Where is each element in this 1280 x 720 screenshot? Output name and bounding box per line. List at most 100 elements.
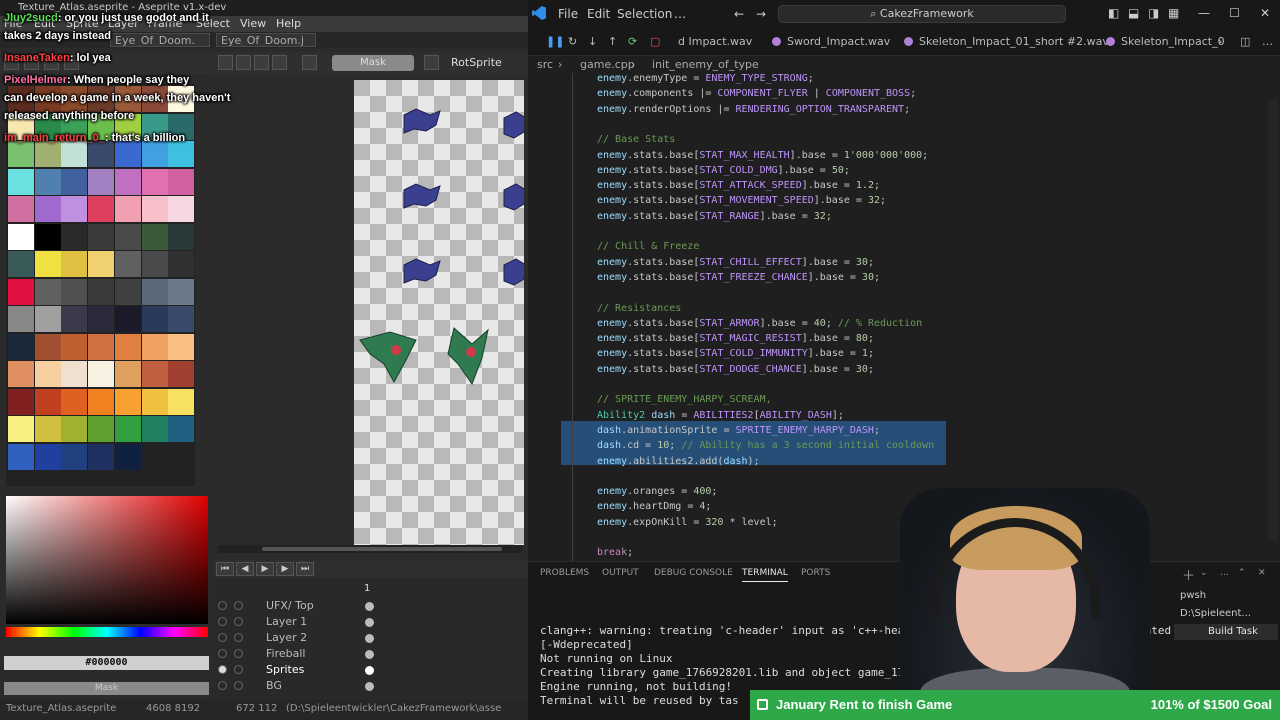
palette-swatch[interactable] bbox=[88, 306, 115, 332]
palette-swatch[interactable] bbox=[61, 251, 88, 277]
palette-swatch[interactable] bbox=[168, 416, 195, 442]
palette-swatch[interactable] bbox=[168, 361, 195, 387]
palette-swatch[interactable] bbox=[141, 361, 168, 387]
palette-swatch[interactable] bbox=[34, 333, 61, 360]
more-actions-icon[interactable]: … bbox=[1262, 35, 1273, 48]
palette-swatch[interactable] bbox=[88, 278, 115, 305]
layer-row[interactable]: BG bbox=[214, 678, 528, 694]
panel-tab-output[interactable]: OUTPUT bbox=[602, 568, 639, 578]
palette-swatch[interactable] bbox=[168, 278, 195, 305]
palette-swatch[interactable] bbox=[34, 388, 61, 415]
palette-swatch[interactable] bbox=[8, 168, 34, 195]
canvas-horizontal-scrollbar[interactable] bbox=[218, 545, 522, 553]
palette-swatch[interactable] bbox=[88, 251, 115, 277]
layer-row[interactable]: Layer 1 bbox=[214, 614, 528, 630]
selection-mode-button[interactable] bbox=[254, 55, 269, 70]
palette-swatch[interactable] bbox=[61, 416, 88, 442]
terminal-dropdown-icon[interactable]: ⌄ bbox=[1200, 568, 1208, 578]
palette-swatch[interactable] bbox=[34, 168, 61, 195]
palette-swatch[interactable] bbox=[141, 168, 168, 195]
palette-swatch[interactable] bbox=[114, 443, 141, 470]
color-picker-sv[interactable] bbox=[6, 496, 208, 624]
minimize-icon[interactable]: — bbox=[1198, 6, 1210, 20]
layout-secondary-icon[interactable]: ◨ bbox=[1148, 6, 1159, 20]
color-hex-field[interactable]: #000000 bbox=[4, 656, 209, 670]
menu-edit[interactable]: Edit bbox=[587, 7, 610, 21]
panel-tab-problems[interactable]: PROBLEMS bbox=[540, 568, 589, 578]
close-panel-icon[interactable]: ✕ bbox=[1258, 568, 1266, 578]
palette-swatch[interactable] bbox=[8, 196, 34, 222]
palette-swatch[interactable] bbox=[141, 306, 168, 332]
palette-swatch[interactable] bbox=[34, 278, 61, 305]
palette-swatch[interactable] bbox=[88, 416, 115, 442]
palette-swatch[interactable] bbox=[114, 306, 141, 332]
layout-sidebar-icon[interactable]: ◧ bbox=[1108, 6, 1119, 20]
split-editor-icon[interactable]: ◫ bbox=[1240, 35, 1250, 48]
prev-frame-button[interactable]: ◀ bbox=[236, 562, 254, 576]
palette-swatch[interactable] bbox=[34, 416, 61, 442]
palette-swatch[interactable] bbox=[141, 416, 168, 442]
maximize-panel-icon[interactable]: ⌃ bbox=[1238, 568, 1246, 578]
palette-swatch[interactable] bbox=[8, 361, 34, 387]
palette-swatch[interactable] bbox=[61, 333, 88, 360]
breadcrumb-file[interactable]: game.cpp bbox=[580, 58, 635, 71]
palette-swatch[interactable] bbox=[34, 306, 61, 332]
palette-swatch[interactable] bbox=[168, 251, 195, 277]
palette-swatch[interactable] bbox=[8, 416, 34, 442]
pivot-button[interactable] bbox=[424, 55, 439, 70]
palette-swatch[interactable] bbox=[141, 388, 168, 415]
play-button[interactable]: ▶ bbox=[256, 562, 274, 576]
menu-view[interactable]: View bbox=[240, 17, 266, 30]
palette-swatch[interactable] bbox=[168, 168, 195, 195]
palette-swatch[interactable] bbox=[168, 306, 195, 332]
menu-selection[interactable]: Selection bbox=[617, 7, 672, 21]
more-actions-icon[interactable]: … bbox=[1220, 568, 1229, 578]
palette-swatch[interactable] bbox=[34, 223, 61, 250]
restart-icon[interactable]: ⟳ bbox=[628, 35, 637, 48]
palette-swatch[interactable] bbox=[168, 388, 195, 415]
breadcrumb-src[interactable]: src bbox=[537, 58, 553, 71]
close-icon[interactable]: ✕ bbox=[1260, 6, 1270, 20]
layout-customize-icon[interactable]: ▦ bbox=[1168, 6, 1179, 20]
rotation-algorithm-select[interactable]: RotSprite bbox=[451, 56, 502, 69]
mask-color-field[interactable]: Mask bbox=[332, 55, 414, 71]
menu-more[interactable]: … bbox=[674, 7, 686, 21]
palette-swatch[interactable] bbox=[168, 196, 195, 222]
last-frame-button[interactable]: ⏭ bbox=[296, 562, 314, 576]
back-arrow-icon[interactable]: ← bbox=[734, 7, 744, 21]
tabs-overflow-icon[interactable]: › bbox=[1218, 35, 1222, 48]
tab-skeleton-impact-0[interactable]: Skeleton_Impact_0 bbox=[1106, 35, 1225, 48]
menu-help[interactable]: Help bbox=[276, 17, 301, 30]
palette-swatch[interactable] bbox=[34, 251, 61, 277]
palette-swatch[interactable] bbox=[8, 306, 34, 332]
sprite-canvas[interactable] bbox=[354, 80, 524, 545]
palette-swatch[interactable] bbox=[61, 196, 88, 222]
palette-swatch[interactable] bbox=[88, 196, 115, 222]
palette-swatch[interactable] bbox=[114, 168, 141, 195]
palette-swatch[interactable] bbox=[141, 196, 168, 222]
palette-swatch[interactable] bbox=[8, 388, 34, 415]
layer-row-active[interactable]: Sprites bbox=[214, 662, 528, 678]
palette-swatch[interactable] bbox=[168, 333, 195, 360]
palette-swatch[interactable] bbox=[114, 388, 141, 415]
panel-tab-ports[interactable]: PORTS bbox=[801, 568, 830, 578]
palette-swatch[interactable] bbox=[114, 278, 141, 305]
restart-debug-icon[interactable]: ↻ bbox=[568, 35, 577, 48]
palette-swatch[interactable] bbox=[141, 278, 168, 305]
first-frame-button[interactable]: ⏮ bbox=[216, 562, 234, 576]
editor-scrollbar[interactable] bbox=[1268, 100, 1278, 540]
menu-file[interactable]: File bbox=[558, 7, 578, 21]
palette-swatch[interactable] bbox=[141, 251, 168, 277]
palette-swatch[interactable] bbox=[8, 278, 34, 305]
command-center-search[interactable]: ⌕ CakezFramework bbox=[778, 5, 1066, 23]
code-editor[interactable]: enemy.enemyType = ENEMY_TYPE_STRONG; enem… bbox=[528, 73, 1280, 561]
palette-swatch[interactable] bbox=[114, 361, 141, 387]
scrollbar-thumb[interactable] bbox=[262, 547, 502, 551]
palette-swatch[interactable] bbox=[61, 223, 88, 250]
palette-swatch[interactable] bbox=[61, 388, 88, 415]
palette-swatch[interactable] bbox=[61, 443, 88, 470]
palette-swatch[interactable] bbox=[168, 223, 195, 250]
stop-icon[interactable]: ▢ bbox=[650, 35, 660, 48]
palette-swatch[interactable] bbox=[8, 223, 34, 250]
palette-swatch[interactable] bbox=[114, 223, 141, 250]
